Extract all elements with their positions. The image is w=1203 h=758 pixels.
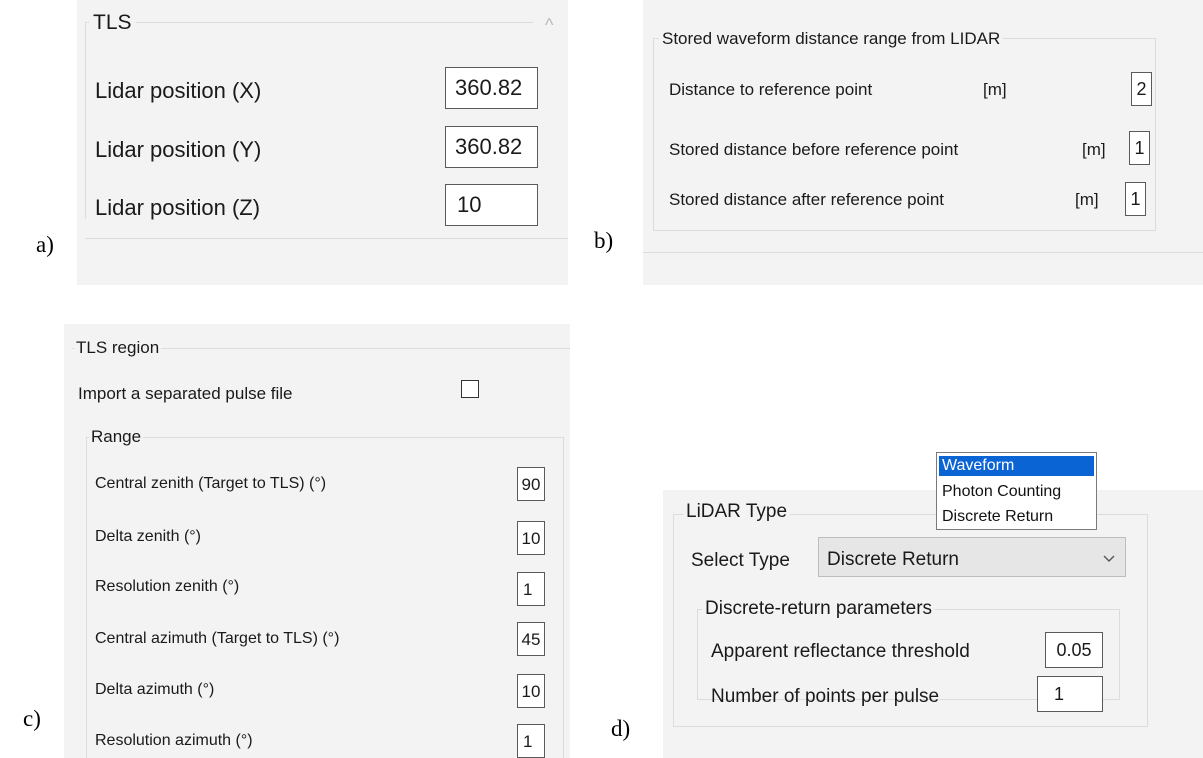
distance-to-reference-label: Distance to reference point [669,80,873,99]
central-azimuth-label: Central azimuth (Target to TLS) (°) [95,630,340,647]
range-group-right-line [563,437,564,758]
dropdown-option-waveform[interactable]: Waveform [939,456,1094,476]
panel-c: TLS region Import a separated pulse file… [64,324,570,758]
discrete-params-group-title: Discrete-return parameters [702,599,936,618]
panel-a: TLS ^ Lidar position (X) 360.82 Lidar po… [77,0,568,285]
waveform-group-bottom-line [653,230,1156,231]
import-pulse-file-label: Import a separated pulse file [78,384,293,403]
tls-group-title: TLS [89,12,136,33]
central-zenith-label: Central zenith (Target to TLS) (°) [95,475,327,492]
lidar-type-group-bottom-line [673,726,1148,727]
select-type-label: Select Type [691,550,790,571]
delta-zenith-label: Delta zenith (°) [95,528,201,545]
reflectance-threshold-input[interactable]: 0.05 [1045,632,1103,668]
lidar-position-x-input[interactable]: 360.82 [445,67,538,109]
stored-before-reference-input[interactable]: 1 [1129,131,1150,165]
delta-azimuth-label: Delta azimuth (°) [95,681,215,698]
stored-before-reference-unit: [m] [1082,140,1106,159]
delta-azimuth-input[interactable]: 10 [517,674,545,708]
lidar-type-dropdown-list[interactable]: Waveform Photon Counting Discrete Return [936,452,1097,530]
panel-b-caption: b) [594,228,614,253]
discrete-params-group-left-line [697,609,698,699]
panel-d: LiDAR Type Select Type Discrete Return D… [663,490,1203,758]
lidar-type-group-title: LiDAR Type [683,502,791,521]
dropdown-option-discrete-return[interactable]: Discrete Return [939,507,1094,527]
panel-b-divider [643,252,1203,253]
tls-region-title: TLS region [74,338,162,357]
resolution-zenith-input[interactable]: 1 [517,572,545,606]
waveform-group-left-line [653,38,654,230]
reflectance-threshold-label: Apparent reflectance threshold [711,641,970,662]
central-zenith-input[interactable]: 90 [517,467,545,501]
panel-c-caption: c) [23,706,41,731]
points-per-pulse-label: Number of points per pulse [711,686,940,707]
tls-group-top-line [85,22,533,23]
lidar-type-group-right-line [1147,514,1148,726]
lidar-type-select[interactable]: Discrete Return [818,537,1126,577]
panel-b: Stored waveform distance range from LIDA… [643,0,1203,285]
lidar-type-group-left-line [673,514,674,726]
panel-a-caption: a) [36,232,54,257]
lidar-position-z-label: Lidar position (Z) [95,195,261,220]
stored-after-reference-unit: [m] [1075,190,1099,209]
tls-group-left-line [85,22,86,219]
import-pulse-file-checkbox[interactable] [461,380,479,398]
lidar-position-y-label: Lidar position (Y) [95,137,262,162]
central-azimuth-input[interactable]: 45 [517,622,545,656]
scroll-up-glyph[interactable]: ^ [545,16,553,34]
distance-to-reference-unit: [m] [983,80,1007,99]
tls-group-bottom-line [85,238,568,239]
discrete-params-group-right-line [1119,609,1120,699]
distance-to-reference-input[interactable]: 2 [1131,72,1152,106]
stored-after-reference-label: Stored distance after reference point [669,190,944,209]
lidar-type-select-value: Discrete Return [827,549,959,570]
stored-after-reference-input[interactable]: 1 [1125,182,1146,216]
delta-zenith-input[interactable]: 10 [517,521,545,555]
lidar-position-z-input[interactable]: 10 [445,184,538,226]
stored-before-reference-label: Stored distance before reference point [669,140,959,159]
range-group-title: Range [89,427,144,446]
resolution-azimuth-label: Resolution azimuth (°) [95,732,253,749]
chevron-down-icon [1103,551,1115,562]
range-group-top-line [86,437,564,438]
waveform-group-right-line [1155,38,1156,230]
waveform-group-title: Stored waveform distance range from LIDA… [659,30,1004,47]
points-per-pulse-input[interactable]: 1 [1037,676,1103,712]
range-group-left-line [86,437,87,758]
resolution-zenith-label: Resolution zenith (°) [95,578,240,595]
panel-d-caption: d) [611,716,631,741]
lidar-position-x-label: Lidar position (X) [95,78,262,103]
dropdown-option-photon-counting[interactable]: Photon Counting [939,482,1094,502]
lidar-position-y-input[interactable]: 360.82 [445,126,538,168]
resolution-azimuth-input[interactable]: 1 [517,724,545,758]
